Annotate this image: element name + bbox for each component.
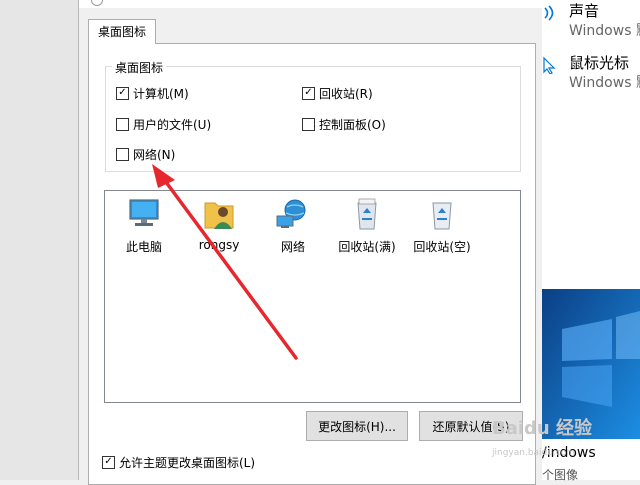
recycle-bin-empty-icon — [432, 202, 452, 230]
checkbox-label: 回收站(R) — [319, 86, 373, 101]
sound-icon — [544, 5, 554, 21]
icon-item-this-pc[interactable]: 此电脑 — [109, 197, 179, 255]
checkbox-label: 用户的文件(U) — [133, 117, 212, 132]
computer-icon — [129, 199, 159, 226]
icon-item-recycle-bin-full[interactable]: 回收站(满) — [332, 197, 402, 255]
tab-desktop-icons[interactable]: 桌面图标 — [88, 19, 157, 44]
checkbox-box[interactable] — [116, 117, 129, 131]
desktop-icon-list[interactable]: 此电脑 rongsy 网络 回收站(满) 回收站(空) — [104, 190, 521, 403]
checkbox-label: 网络(N) — [133, 147, 176, 162]
setting-sound[interactable]: 声音 Windows 默 — [542, 0, 640, 40]
icon-item-recycle-bin-empty[interactable]: 回收站(空) — [407, 197, 477, 255]
icon-label: 回收站(满) — [338, 240, 396, 254]
settings-panel: 声音 Windows 默 鼠标光标 Windows 默 /indows 个图像 — [542, 0, 640, 482]
setting-subtitle: Windows 默 — [569, 75, 640, 91]
checkbox-label: 计算机(M) — [133, 86, 189, 101]
groupbox-legend: 桌面图标 — [112, 59, 167, 76]
icon-item-user-folder[interactable]: rongsy — [184, 197, 254, 252]
theme-caption: /indows 个图像 — [542, 439, 640, 482]
setting-title: 鼠标光标 — [569, 54, 630, 72]
desktop-icon-settings-dialog: 桌面图标 桌面图标 ✓ 计算机(M) ✓ 回收站(R) 用户的文件(U) 控制面… — [78, 0, 543, 485]
icon-label: rongsy — [198, 238, 240, 252]
checkbox-computer[interactable]: ✓ 计算机(M) — [116, 85, 189, 101]
tab-panel: 桌面图标 ✓ 计算机(M) ✓ 回收站(R) 用户的文件(U) 控制面板(O) … — [88, 43, 536, 485]
checkbox-box[interactable] — [116, 147, 129, 161]
mouse-pointer-icon — [543, 56, 556, 74]
checkbox-control-panel[interactable]: 控制面板(O) — [302, 116, 386, 132]
network-icon — [276, 199, 306, 228]
checkbox-user-files[interactable]: 用户的文件(U) — [116, 116, 211, 132]
setting-title: 声音 — [569, 2, 600, 20]
watermark-logo: Baidu 经验 — [492, 418, 593, 439]
change-icon-button[interactable]: 更改图标(H)... — [306, 411, 408, 441]
recycle-bin-full-icon — [357, 198, 377, 230]
checkbox-box[interactable]: ✓ — [302, 86, 315, 100]
checkbox-label: 允许主题更改桌面图标(L) — [119, 455, 256, 470]
setting-mouse-pointer[interactable]: 鼠标光标 Windows 默 — [542, 52, 640, 92]
icon-label: 此电脑 — [125, 240, 162, 254]
background-left — [0, 0, 78, 480]
checkbox-label: 控制面板(O) — [319, 117, 386, 132]
checkbox-recycle-bin[interactable]: ✓ 回收站(R) — [302, 85, 373, 101]
icon-item-network[interactable]: 网络 — [258, 197, 328, 255]
setting-subtitle: Windows 默 — [569, 23, 640, 39]
watermark-url: jingyan.baidu.com — [492, 448, 576, 458]
checkbox-box[interactable] — [302, 117, 315, 131]
checkbox-network[interactable]: 网络(N) — [116, 146, 175, 162]
checkbox-box[interactable]: ✓ — [102, 455, 115, 469]
checkbox-box[interactable]: ✓ — [116, 86, 129, 100]
icon-label: 回收站(空) — [413, 240, 471, 254]
checkbox-allow-theme-change[interactable]: ✓ 允许主题更改桌面图标(L) — [102, 454, 255, 470]
theme-subtitle: 个图像 — [542, 468, 579, 482]
user-folder-icon — [204, 202, 234, 229]
dialog-title-bar — [79, 0, 542, 8]
icon-label: 网络 — [280, 240, 305, 254]
desktop-icons-groupbox: 桌面图标 ✓ 计算机(M) ✓ 回收站(R) 用户的文件(U) 控制面板(O) … — [105, 59, 521, 172]
